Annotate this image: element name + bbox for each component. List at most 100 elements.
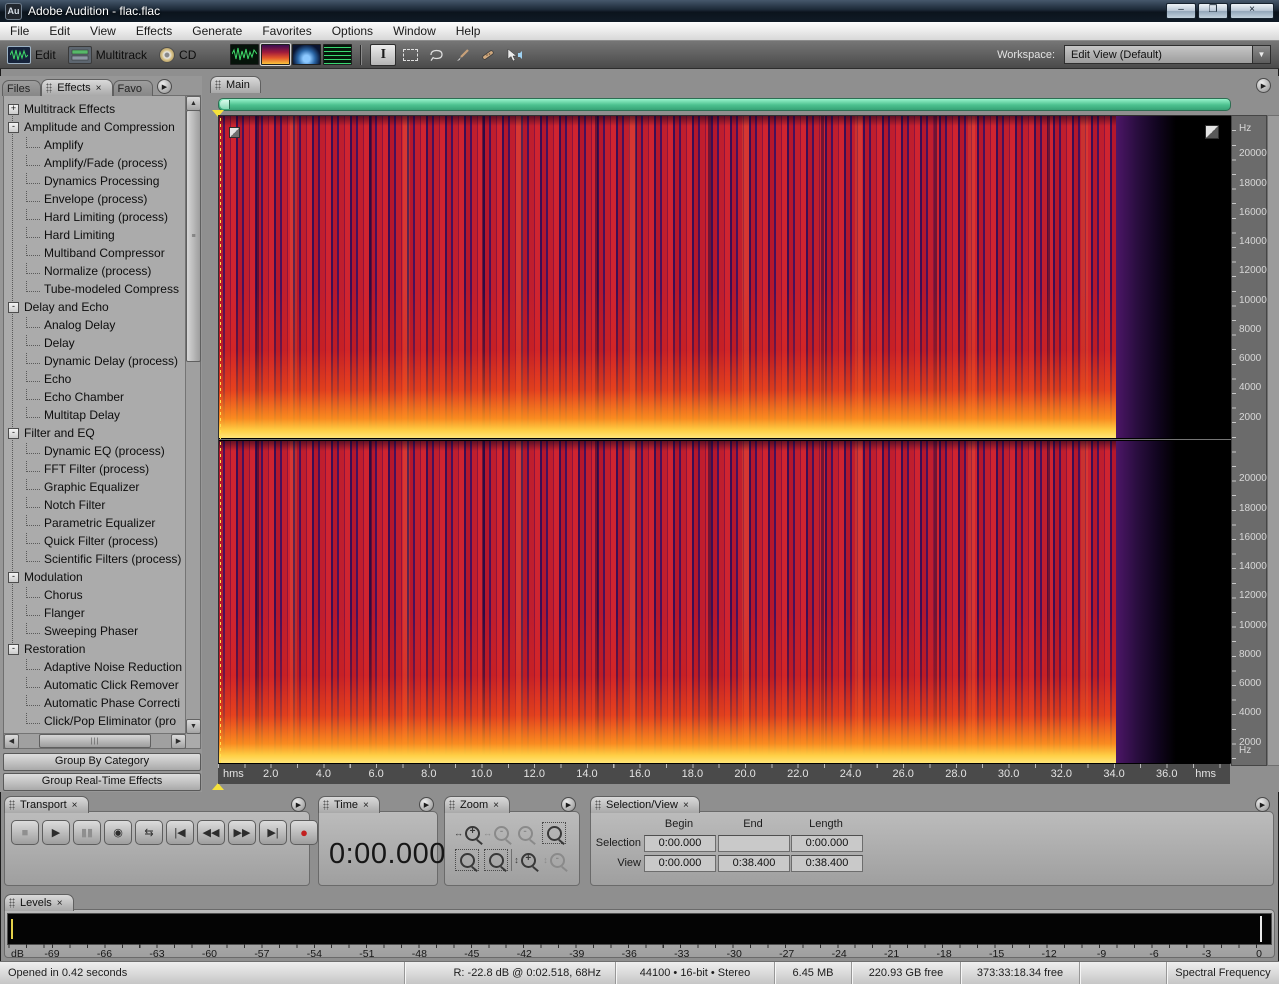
selection-marker-bottom[interactable] — [212, 783, 224, 790]
tab-favorites[interactable]: Favo — [113, 80, 153, 96]
spectral-handle-icon[interactable] — [1205, 125, 1219, 139]
scroll-up-icon[interactable]: ▲ — [186, 96, 201, 111]
tree-item-tube-modeled-compress[interactable]: Tube-modeled Compress — [4, 280, 186, 298]
tab-main[interactable]: Main — [210, 76, 261, 93]
waveform-view-button[interactable] — [230, 44, 259, 65]
menu-favorites[interactable]: Favorites — [252, 22, 321, 40]
tree-item-echo[interactable]: Echo — [4, 370, 186, 388]
menu-edit[interactable]: Edit — [39, 22, 80, 40]
tab-transport[interactable]: Transport× — [4, 796, 89, 813]
tree-item-flanger[interactable]: Flanger — [4, 604, 186, 622]
tree-item-parametric-equalizer[interactable]: Parametric Equalizer — [4, 514, 186, 532]
tree-item-modulation[interactable]: -Modulation — [4, 568, 186, 586]
spectrogram-left-channel[interactable] — [219, 116, 1231, 438]
marquee-selection-tool-button[interactable] — [398, 45, 422, 65]
menu-view[interactable]: View — [80, 22, 126, 40]
view-end-field[interactable]: 0:38.400 — [718, 855, 790, 872]
scroll-left-icon[interactable]: ◀ — [4, 734, 19, 749]
tree-item-restoration[interactable]: -Restoration — [4, 640, 186, 658]
horizontal-scrollbar[interactable]: ◀ ||| ▶ — [4, 733, 186, 748]
tree-item-amplify[interactable]: Amplify — [4, 136, 186, 154]
scrollbar-thumb[interactable]: ≡ — [186, 110, 201, 362]
workspace-dropdown[interactable]: Edit View (Default) ▼ — [1064, 45, 1271, 64]
close-tab-icon[interactable]: × — [493, 800, 499, 811]
tree-item-multitrack-effects[interactable]: +Multitrack Effects — [4, 100, 186, 118]
close-button[interactable]: × — [1230, 3, 1274, 19]
rewind-button[interactable]: ◀◀ — [197, 820, 225, 845]
expand-icon[interactable]: + — [8, 104, 19, 115]
zoom-in-right-selection-button[interactable] — [483, 848, 509, 872]
tree-item-amplitude-and-compression[interactable]: -Amplitude and Compression — [4, 118, 186, 136]
tree-item-dynamic-eq-process-[interactable]: Dynamic EQ (process) — [4, 442, 186, 460]
zoom-in-horizontally-button[interactable]: ↔+ — [454, 821, 480, 845]
spectral-frequency-view-button[interactable] — [261, 44, 290, 65]
zoom-out-vertically-button[interactable]: ↕- — [541, 848, 567, 872]
collapse-icon[interactable]: - — [8, 572, 19, 583]
minimize-button[interactable]: – — [1166, 3, 1196, 19]
view-length-field[interactable]: 0:38.400 — [791, 855, 863, 872]
status-file-size[interactable]: 6.45 MB — [774, 962, 851, 984]
panel-menu-icon[interactable]: ▶ — [419, 797, 434, 812]
edit-view-icon[interactable] — [7, 46, 31, 64]
panel-menu-icon[interactable]: ▶ — [1256, 78, 1271, 93]
view-begin-field[interactable]: 0:00.000 — [644, 855, 716, 872]
spot-healing-brush-tool-button[interactable] — [476, 45, 500, 65]
tree-item-scientific-filters-process-[interactable]: Scientific Filters (process) — [4, 550, 186, 568]
collapse-icon[interactable]: - — [8, 428, 19, 439]
tree-item-adaptive-noise-reduction[interactable]: Adaptive Noise Reduction — [4, 658, 186, 676]
play-from-cursor-button[interactable]: ◉ — [104, 820, 132, 845]
tree-item-echo-chamber[interactable]: Echo Chamber — [4, 388, 186, 406]
tab-effects[interactable]: Effects× — [41, 79, 112, 96]
tree-item-fft-filter-process-[interactable]: FFT Filter (process) — [4, 460, 186, 478]
selection-length-field[interactable]: 0:00.000 — [791, 835, 863, 852]
tree-item-chorus[interactable]: Chorus — [4, 586, 186, 604]
scrollbar-cap[interactable] — [220, 100, 230, 109]
vertical-scrollbar[interactable]: ▲ ≡ ▼ — [185, 96, 200, 734]
scroll-right-icon[interactable]: ▶ — [171, 734, 186, 749]
group-by-category-button[interactable]: Group By Category — [3, 753, 201, 771]
tree-item-multitap-delay[interactable]: Multitap Delay — [4, 406, 186, 424]
close-tab-icon[interactable]: × — [96, 83, 102, 94]
tab-files[interactable]: Files — [2, 80, 41, 96]
timeline-ruler[interactable]: hms hms 2.04.06.08.010.012.014.016.018.0… — [218, 763, 1230, 784]
tree-item-filter-and-eq[interactable]: -Filter and EQ — [4, 424, 186, 442]
menu-options[interactable]: Options — [322, 22, 383, 40]
zoom-to-selection-button[interactable] — [541, 821, 567, 845]
stop-button[interactable]: ■ — [11, 820, 39, 845]
group-real-time-effects-button[interactable]: Group Real-Time Effects — [3, 773, 201, 791]
menu-file[interactable]: File — [0, 22, 39, 40]
panel-menu-icon[interactable]: ▶ — [157, 79, 172, 94]
zoom-out-full-button[interactable]: - — [512, 821, 538, 845]
scrollbar-thumb[interactable]: ||| — [39, 734, 151, 748]
fast-forward-button[interactable]: ▶▶ — [228, 820, 256, 845]
tree-item-envelope-process-[interactable]: Envelope (process) — [4, 190, 186, 208]
maximize-button[interactable]: ❐ — [1198, 3, 1228, 19]
tree-item-quick-filter-process-[interactable]: Quick Filter (process) — [4, 532, 186, 550]
tree-item-delay[interactable]: Delay — [4, 334, 186, 352]
playhead-cursor[interactable] — [220, 116, 221, 763]
effects-paintbrush-tool-button[interactable] — [450, 45, 474, 65]
menu-window[interactable]: Window — [383, 22, 446, 40]
tree-item-automatic-phase-correcti[interactable]: Automatic Phase Correcti — [4, 694, 186, 712]
time-selection-tool-button[interactable]: I — [370, 44, 396, 66]
cd-view-button[interactable]: CD — [179, 48, 196, 62]
multitrack-view-icon[interactable] — [68, 46, 92, 64]
level-meter[interactable] — [7, 913, 1272, 945]
panel-menu-icon[interactable]: ▶ — [291, 797, 306, 812]
status-time-free[interactable]: 373:33:18.34 free — [960, 962, 1079, 984]
tree-item-normalize-process-[interactable]: Normalize (process) — [4, 262, 186, 280]
status-display-mode[interactable]: Spectral Frequency — [1166, 962, 1279, 984]
go-to-beginning-button[interactable]: |◀ — [166, 820, 194, 845]
tree-item-graphic-equalizer[interactable]: Graphic Equalizer — [4, 478, 186, 496]
zoom-in-left-selection-button[interactable] — [454, 848, 480, 872]
panel-menu-icon[interactable]: ▶ — [1255, 797, 1270, 812]
tree-item-sweeping-phaser[interactable]: Sweeping Phaser — [4, 622, 186, 640]
tab-selection-view[interactable]: Selection/View× — [590, 796, 700, 813]
menu-help[interactable]: Help — [446, 22, 491, 40]
collapse-icon[interactable]: - — [8, 122, 19, 133]
selection-end-field[interactable] — [718, 835, 790, 852]
tab-levels[interactable]: Levels× — [4, 894, 74, 911]
spectral-handle-icon[interactable] — [229, 127, 240, 138]
panel-menu-icon[interactable]: ▶ — [561, 797, 576, 812]
tree-item-multiband-compressor[interactable]: Multiband Compressor — [4, 244, 186, 262]
